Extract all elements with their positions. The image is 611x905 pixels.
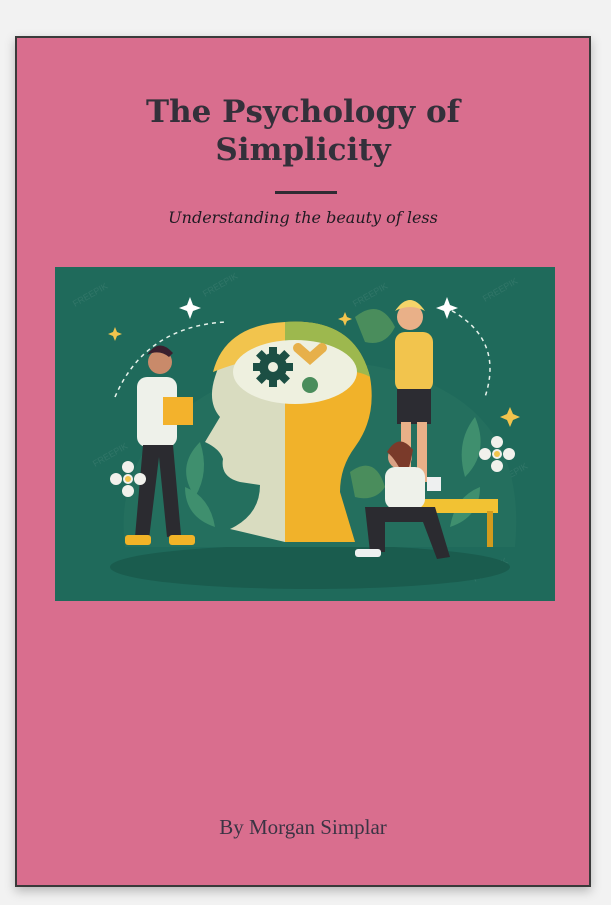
head-puzzle-illustration: FREEPIK FREEPIK FREEPIK FREEPIK FREEPIK … — [55, 267, 555, 601]
book-author: By Morgan Simplar — [219, 815, 387, 839]
title-divider — [275, 191, 337, 194]
book-subtitle: Understanding the beauty of less — [168, 208, 438, 227]
book-title: The Psychology of Simplicity — [146, 94, 460, 168]
book-cover: The Psychology of Simplicity Understandi… — [15, 36, 591, 887]
